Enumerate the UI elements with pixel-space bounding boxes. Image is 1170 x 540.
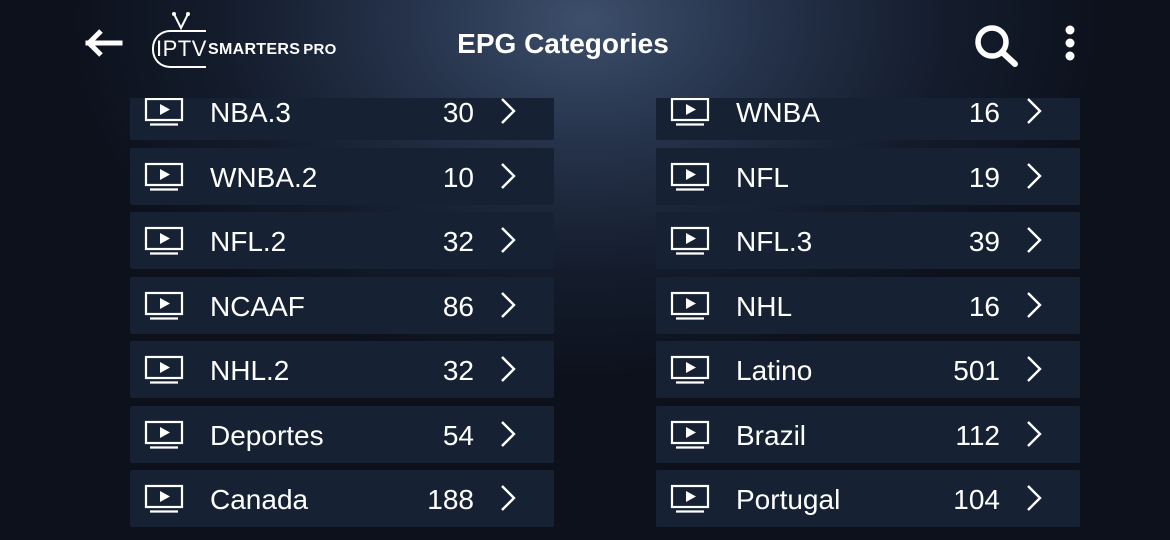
category-count: 30 (442, 98, 474, 128)
category-name: NHL (736, 290, 793, 322)
chevron-right-icon (501, 98, 516, 124)
chevron-right-icon (1027, 420, 1042, 447)
top-bar: IPTV SMARTERS PRO EPG Categories (0, 0, 1170, 90)
chevron-right-icon (1027, 356, 1042, 382)
category-row[interactable]: NCAAF 86 (130, 276, 554, 334)
category-count: 10 (442, 161, 474, 193)
category-name: NHL.2 (210, 355, 290, 386)
category-row[interactable]: NFL.2 32 (130, 212, 554, 269)
chevron-right-icon (1027, 485, 1042, 511)
tv-play-icon (670, 291, 710, 320)
category-name: Portugal (736, 484, 841, 515)
category-name: NFL.2 (210, 226, 287, 257)
tv-play-icon (144, 162, 184, 191)
category-count: 104 (953, 484, 1000, 515)
category-row[interactable]: Latino 501 (656, 341, 1080, 398)
category-row[interactable]: Portugal 104 (656, 470, 1080, 527)
more-vertical-icon[interactable] (1058, 24, 1082, 64)
category-name: NBA.3 (210, 98, 291, 128)
category-row[interactable]: NHL 16 (656, 276, 1080, 334)
tv-play-icon (670, 226, 710, 255)
tv-play-icon (144, 484, 184, 513)
chevron-right-icon (501, 227, 516, 253)
chevron-right-icon (501, 162, 516, 189)
tv-play-icon (670, 420, 710, 449)
category-count: 32 (442, 226, 474, 257)
category-name: Latino (736, 355, 813, 386)
tv-play-icon (144, 420, 184, 449)
category-column-right: WNBA 16 NFL 19 NFL.3 39 NHL 16 Latino 50… (656, 98, 1080, 535)
tv-play-icon (670, 162, 710, 191)
category-name: Canada (210, 484, 309, 515)
category-row[interactable]: NFL.3 39 (656, 212, 1080, 269)
category-row[interactable]: WNBA.2 10 (130, 147, 554, 205)
category-name: NCAAF (210, 290, 305, 322)
tv-play-icon (144, 291, 184, 320)
chevron-right-icon (501, 420, 516, 447)
chevron-right-icon (1027, 162, 1042, 189)
page-title: EPG Categories (457, 28, 669, 59)
chevron-right-icon (1027, 98, 1042, 124)
category-row[interactable]: NFL 19 (656, 147, 1080, 205)
category-row[interactable]: Brazil 112 (656, 405, 1080, 463)
category-row[interactable]: NBA.3 30 (130, 98, 554, 140)
tv-play-icon (144, 226, 184, 255)
tv-play-icon (144, 98, 184, 126)
category-name: NFL.3 (736, 226, 813, 257)
category-column-left: NBA.3 30 WNBA.2 10 NFL.2 32 NCAAF 86 NHL… (130, 98, 554, 535)
category-row[interactable]: Deportes 54 (130, 405, 554, 463)
chevron-right-icon (501, 291, 516, 318)
search-icon[interactable] (972, 22, 1020, 68)
tv-play-icon (670, 355, 710, 384)
tv-play-icon (670, 98, 710, 126)
category-name: Brazil (736, 419, 807, 451)
category-name: WNBA (736, 98, 820, 128)
category-count: 19 (968, 161, 1000, 193)
category-count: 39 (968, 226, 1000, 257)
chevron-right-icon (1027, 227, 1042, 253)
category-count: 501 (953, 355, 1000, 386)
category-count: 32 (442, 355, 474, 386)
tv-play-icon (670, 484, 710, 513)
category-row[interactable]: WNBA 16 (656, 98, 1080, 140)
category-count: 54 (442, 419, 474, 451)
chevron-right-icon (501, 485, 516, 511)
category-row[interactable]: NHL.2 32 (130, 341, 554, 398)
category-count: 86 (442, 290, 474, 322)
category-list: NBA.3 30 WNBA.2 10 NFL.2 32 NCAAF 86 NHL… (0, 98, 1170, 540)
category-name: NFL (736, 161, 789, 193)
category-count: 188 (427, 484, 474, 515)
category-count: 16 (968, 290, 1000, 322)
chevron-right-icon (501, 356, 516, 382)
category-name: WNBA.2 (210, 161, 318, 193)
category-row[interactable]: Canada 188 (130, 470, 554, 527)
category-count: 112 (955, 419, 1000, 451)
tv-play-icon (144, 355, 184, 384)
category-count: 16 (968, 98, 1000, 128)
category-name: Deportes (210, 419, 324, 451)
chevron-right-icon (1027, 291, 1042, 318)
